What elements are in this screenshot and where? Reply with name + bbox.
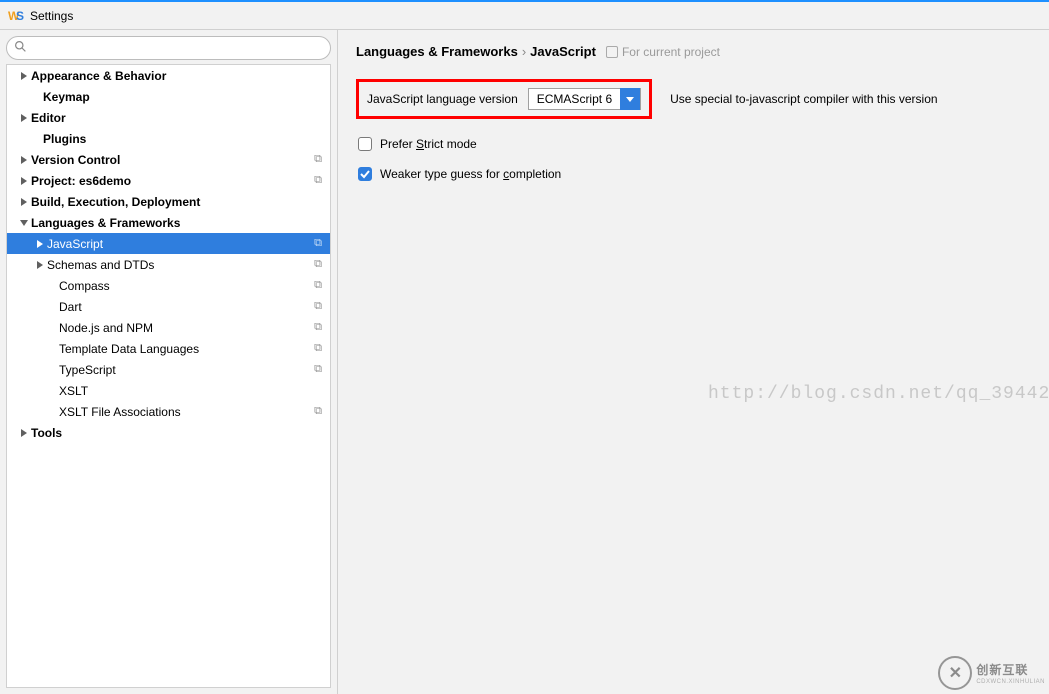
tree-item[interactable]: XSLT bbox=[7, 380, 330, 401]
tree-item[interactable]: Build, Execution, Deployment bbox=[7, 191, 330, 212]
tree-item-label: TypeScript bbox=[59, 363, 314, 377]
project-scope-icon: ⧉ bbox=[314, 363, 322, 376]
project-scope-icon: ⧉ bbox=[314, 237, 322, 250]
tree-item-label: Version Control bbox=[31, 153, 314, 167]
project-scope-icon: ⧉ bbox=[314, 342, 322, 355]
tree-item-label: Template Data Languages bbox=[59, 342, 314, 356]
dropdown-arrow-icon bbox=[620, 88, 640, 110]
strict-mode-checkbox[interactable] bbox=[358, 137, 372, 151]
tree-item[interactable]: Node.js and NPM⧉ bbox=[7, 317, 330, 338]
expand-arrow-icon[interactable] bbox=[19, 218, 29, 228]
strict-mode-row[interactable]: Prefer Strict mode bbox=[356, 137, 1031, 151]
weaker-type-row[interactable]: Weaker type guess for completion bbox=[356, 167, 1031, 181]
project-scope-icon: ⧉ bbox=[314, 174, 322, 187]
tree-item[interactable]: Appearance & Behavior bbox=[7, 65, 330, 86]
language-version-label: JavaScript language version bbox=[367, 92, 518, 106]
arrow-spacer bbox=[31, 92, 41, 102]
settings-sidebar: Appearance & Behavior Keymap Editor Plugins… bbox=[0, 30, 338, 694]
tree-item[interactable]: Dart⧉ bbox=[7, 296, 330, 317]
tree-item[interactable]: JavaScript⧉ bbox=[7, 233, 330, 254]
tree-item[interactable]: Project: es6demo⧉ bbox=[7, 170, 330, 191]
project-scope-icon bbox=[606, 46, 618, 58]
breadcrumb-current: JavaScript bbox=[530, 44, 596, 59]
arrow-spacer bbox=[47, 386, 57, 396]
expand-arrow-icon[interactable] bbox=[35, 260, 45, 270]
arrow-spacer bbox=[47, 323, 57, 333]
settings-tree[interactable]: Appearance & Behavior Keymap Editor Plugins… bbox=[6, 64, 331, 688]
language-version-hint: Use special to-javascript compiler with … bbox=[670, 92, 937, 106]
tree-item-label: XSLT File Associations bbox=[59, 405, 314, 419]
tree-item[interactable]: Editor bbox=[7, 107, 330, 128]
project-scope-icon: ⧉ bbox=[314, 321, 322, 334]
arrow-spacer bbox=[47, 302, 57, 312]
expand-arrow-icon[interactable] bbox=[19, 176, 29, 186]
strict-mode-label: Prefer Strict mode bbox=[380, 137, 477, 151]
dropdown-value: ECMAScript 6 bbox=[529, 92, 620, 106]
titlebar: WS Settings bbox=[0, 2, 1049, 30]
tree-item-label: Appearance & Behavior bbox=[31, 69, 322, 83]
expand-arrow-icon[interactable] bbox=[19, 71, 29, 81]
project-scope-icon: ⧉ bbox=[314, 405, 322, 418]
project-scope-icon: ⧉ bbox=[314, 300, 322, 313]
tree-item-label: Node.js and NPM bbox=[59, 321, 314, 335]
project-scope-icon: ⧉ bbox=[314, 153, 322, 166]
tree-item-label: Plugins bbox=[43, 132, 322, 146]
tree-item-label: XSLT bbox=[59, 384, 322, 398]
project-scope-text: For current project bbox=[622, 45, 720, 59]
tree-item[interactable]: Tools bbox=[7, 422, 330, 443]
watermark-text: http://blog.csdn.net/qq_39442804 bbox=[708, 384, 1049, 404]
breadcrumb-parent[interactable]: Languages & Frameworks bbox=[356, 44, 518, 59]
tree-item[interactable]: TypeScript⧉ bbox=[7, 359, 330, 380]
svg-text:S: S bbox=[16, 9, 24, 23]
breadcrumb: Languages & Frameworks › JavaScript For … bbox=[356, 44, 1031, 59]
app-icon: WS bbox=[8, 8, 24, 24]
project-scope-icon: ⧉ bbox=[314, 258, 322, 271]
main-panel: Languages & Frameworks › JavaScript For … bbox=[338, 30, 1049, 694]
corner-logo: ✕ 创新互联 CDXWCN.XINHULIAN bbox=[938, 656, 1045, 690]
tree-item[interactable]: Languages & Frameworks bbox=[7, 212, 330, 233]
expand-arrow-icon[interactable] bbox=[19, 113, 29, 123]
highlight-box: JavaScript language version ECMAScript 6 bbox=[356, 79, 652, 119]
window-title: Settings bbox=[30, 9, 73, 23]
tree-item-label: Project: es6demo bbox=[31, 174, 314, 188]
tree-item[interactable]: Template Data Languages⧉ bbox=[7, 338, 330, 359]
tree-item[interactable]: Schemas and DTDs⧉ bbox=[7, 254, 330, 275]
tree-item[interactable]: Plugins bbox=[7, 128, 330, 149]
logo-circle-icon: ✕ bbox=[938, 656, 972, 690]
tree-item-label: Tools bbox=[31, 426, 322, 440]
weaker-type-checkbox[interactable] bbox=[358, 167, 372, 181]
arrow-spacer bbox=[31, 134, 41, 144]
expand-arrow-icon[interactable] bbox=[35, 239, 45, 249]
tree-item-label: Schemas and DTDs bbox=[47, 258, 314, 272]
tree-item-label: JavaScript bbox=[47, 237, 314, 251]
logo-text: 创新互联 bbox=[976, 663, 1028, 677]
tree-item-label: Build, Execution, Deployment bbox=[31, 195, 322, 209]
tree-item-label: Dart bbox=[59, 300, 314, 314]
expand-arrow-icon[interactable] bbox=[19, 428, 29, 438]
expand-arrow-icon[interactable] bbox=[19, 155, 29, 165]
arrow-spacer bbox=[47, 365, 57, 375]
weaker-type-label: Weaker type guess for completion bbox=[380, 167, 561, 181]
arrow-spacer bbox=[47, 407, 57, 417]
tree-item[interactable]: Keymap bbox=[7, 86, 330, 107]
language-version-dropdown[interactable]: ECMAScript 6 bbox=[528, 88, 641, 110]
search-input[interactable] bbox=[6, 36, 331, 60]
tree-item[interactable]: XSLT File Associations⧉ bbox=[7, 401, 330, 422]
tree-item[interactable]: Version Control⧉ bbox=[7, 149, 330, 170]
tree-item-label: Keymap bbox=[43, 90, 322, 104]
tree-item[interactable]: Compass⧉ bbox=[7, 275, 330, 296]
logo-subtext: CDXWCN.XINHULIAN bbox=[976, 679, 1045, 685]
expand-arrow-icon[interactable] bbox=[19, 197, 29, 207]
tree-item-label: Languages & Frameworks bbox=[31, 216, 322, 230]
arrow-spacer bbox=[47, 344, 57, 354]
arrow-spacer bbox=[47, 281, 57, 291]
tree-item-label: Editor bbox=[31, 111, 322, 125]
project-scope-icon: ⧉ bbox=[314, 279, 322, 292]
breadcrumb-sep: › bbox=[522, 44, 526, 59]
tree-item-label: Compass bbox=[59, 279, 314, 293]
